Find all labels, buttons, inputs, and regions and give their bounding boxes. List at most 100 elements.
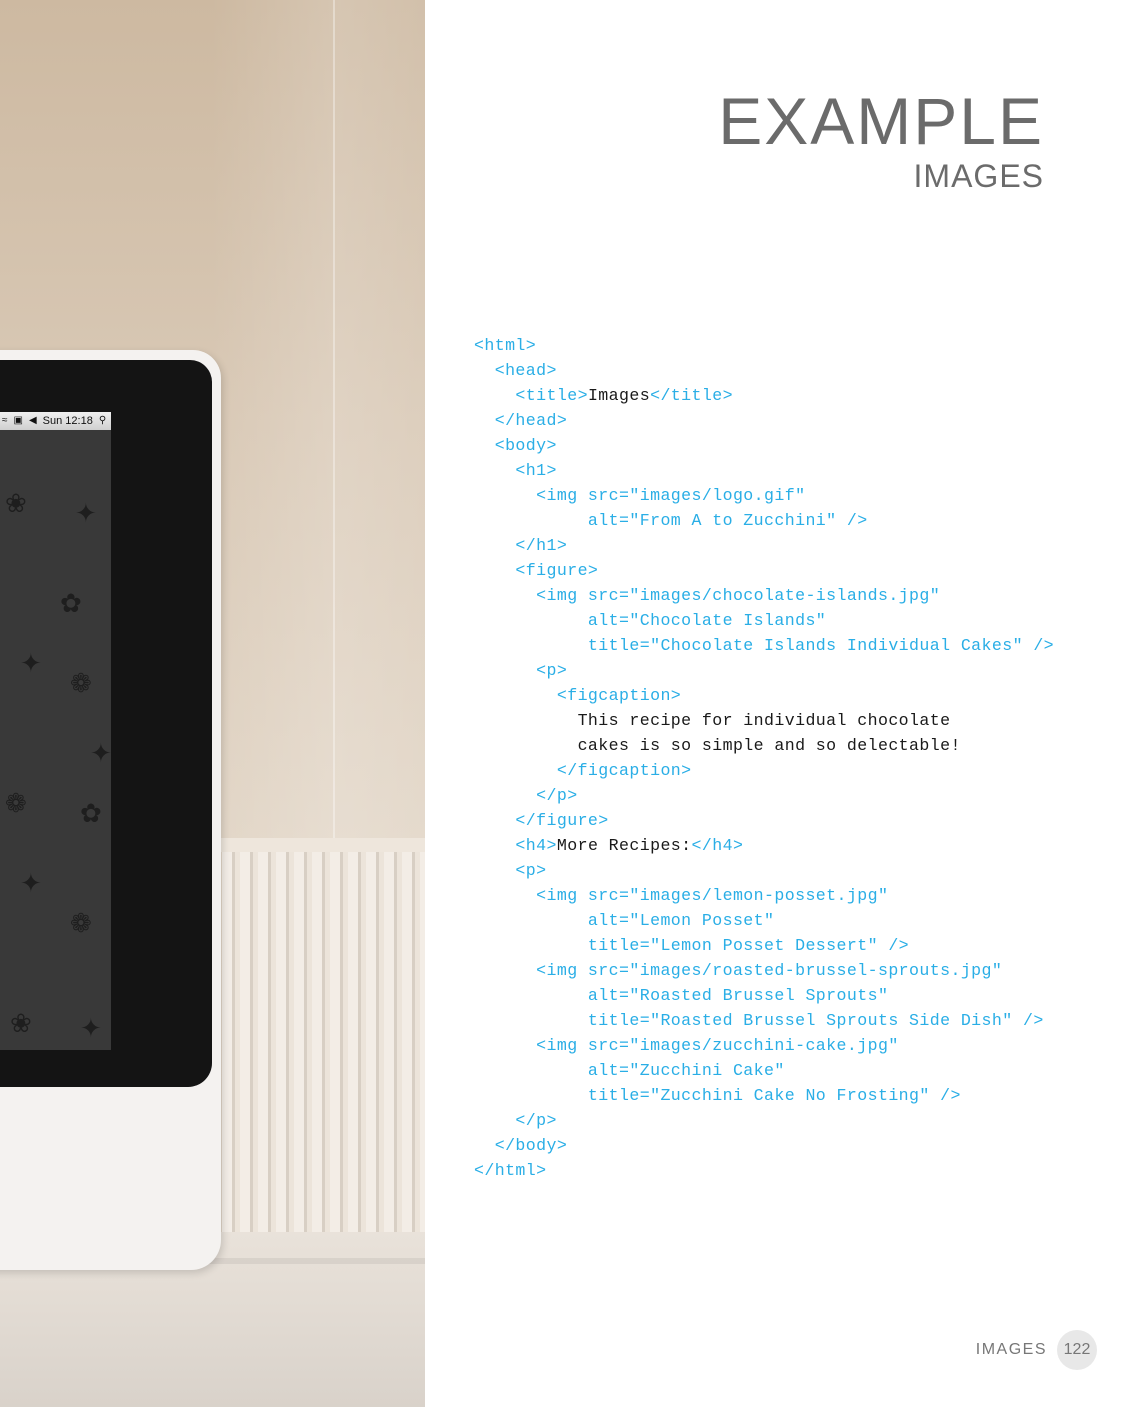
monitor-photo: ≈ ▣ ◀ Sun 12:18 ⚲ ❀ ✿ ✦ ✦ ❁ ✦ ❁ ✿ ✦ ❁ ❀ …: [0, 0, 425, 1407]
monitor-bezel: ≈ ▣ ◀ Sun 12:18 ⚲ ❀ ✿ ✦ ✦ ❁ ✦ ❁ ✿ ✦ ❁ ❀ …: [0, 360, 212, 1087]
code-markup: <p>: [474, 861, 547, 880]
code-markup: <img src="images/lemon-posset.jpg": [474, 886, 889, 905]
code-markup: </p>: [474, 1111, 557, 1130]
code-line: </html>: [474, 1158, 1054, 1183]
code-line: <img src="images/lemon-posset.jpg": [474, 883, 1054, 908]
monitor-screen: ≈ ▣ ◀ Sun 12:18 ⚲ ❀ ✿ ✦ ✦ ❁ ✦ ❁ ✿ ✦ ❁ ❀ …: [0, 412, 111, 1050]
bird-motif-icon: ✦: [20, 868, 42, 898]
code-content: Images: [587, 386, 651, 405]
code-markup: <h1>: [474, 461, 557, 480]
flower-motif-icon: ❀: [10, 1008, 32, 1038]
code-markup: alt="Roasted Brussel Sprouts": [474, 986, 889, 1005]
code-line: title="Zucchini Cake No Frosting" />: [474, 1083, 1054, 1108]
code-markup: <body>: [474, 436, 557, 455]
tree-motif-icon: ✿: [80, 798, 102, 828]
code-markup: <p>: [474, 661, 568, 680]
code-markup: <img src="images/chocolate-islands.jpg": [474, 586, 941, 605]
code-markup: title="Chocolate Islands Individual Cake…: [474, 636, 1055, 655]
code-markup: <img src="images/roasted-brussel-sprouts…: [474, 961, 1003, 980]
code-markup: <img src="images/logo.gif": [474, 486, 806, 505]
code-markup: <html>: [474, 336, 537, 355]
code-line: alt="Chocolate Islands": [474, 608, 1054, 633]
flower-motif-icon: ❀: [5, 488, 27, 518]
code-line: title="Chocolate Islands Individual Cake…: [474, 633, 1054, 658]
code-markup: alt="Zucchini Cake": [474, 1061, 785, 1080]
code-listing: <html> <head> <title>Images</title> </he…: [474, 333, 1054, 1183]
bird-motif-icon: ✦: [20, 648, 42, 678]
code-markup: title="Lemon Posset Dessert" />: [474, 936, 910, 955]
code-line: </p>: [474, 783, 1054, 808]
code-markup: <head>: [474, 361, 557, 380]
code-line: title="Roasted Brussel Sprouts Side Dish…: [474, 1008, 1054, 1033]
code-markup: <title>: [474, 386, 588, 405]
code-line: <h4>More Recipes:</h4>: [474, 833, 1054, 858]
code-line: title="Lemon Posset Dessert" />: [474, 933, 1054, 958]
code-line: </body>: [474, 1133, 1054, 1158]
deer-motif-icon: ❁: [70, 668, 92, 698]
deer-motif-icon: ❁: [5, 788, 27, 818]
wifi-icon: ≈: [2, 415, 8, 426]
camel-motif-icon: ❁: [70, 908, 92, 938]
code-line: <figcaption>: [474, 683, 1054, 708]
code-markup: <h4>: [474, 836, 557, 855]
code-markup: title="Roasted Brussel Sprouts Side Dish…: [474, 1011, 1044, 1030]
mac-menubar: ≈ ▣ ◀ Sun 12:18 ⚲: [0, 412, 111, 430]
page-number: 122: [1057, 1330, 1097, 1370]
code-markup: </body>: [474, 1136, 568, 1155]
code-line: <title>Images</title>: [474, 383, 1054, 408]
code-markup: </html>: [474, 1161, 547, 1180]
bird-motif-icon: ✦: [80, 1013, 102, 1043]
bird-motif-icon: ✦: [90, 738, 111, 768]
code-markup: title="Zucchini Cake No Frosting" />: [474, 1086, 961, 1105]
code-line: <p>: [474, 858, 1054, 883]
code-line: </h1>: [474, 533, 1054, 558]
page-title: EXAMPLE: [718, 84, 1044, 158]
code-markup: </p>: [474, 786, 578, 805]
code-line: </figure>: [474, 808, 1054, 833]
code-markup: alt="Lemon Posset": [474, 911, 775, 930]
code-line: <img src="images/chocolate-islands.jpg": [474, 583, 1054, 608]
footer-section-label: IMAGES: [975, 1341, 1047, 1358]
railing: [222, 852, 425, 1232]
code-markup: </figure>: [474, 811, 609, 830]
code-markup: alt="From A to Zucchini" />: [474, 511, 868, 530]
code-line: alt="Roasted Brussel Sprouts": [474, 983, 1054, 1008]
code-line: <html>: [474, 333, 1054, 358]
code-line: alt="Zucchini Cake": [474, 1058, 1054, 1083]
toile-wallpaper: ❀ ✿ ✦ ✦ ❁ ✦ ❁ ✿ ✦ ❁ ❀ ✦: [0, 430, 111, 1050]
code-line: </figcaption>: [474, 758, 1054, 783]
code-line: </p>: [474, 1108, 1054, 1133]
menubar-clock: Sun 12:18: [42, 415, 93, 427]
code-markup: </title>: [650, 386, 733, 405]
code-markup: </figcaption>: [474, 761, 692, 780]
code-markup: <figure>: [474, 561, 599, 580]
tree-motif-icon: ✿: [60, 588, 82, 618]
code-markup: </head>: [474, 411, 568, 430]
code-line: alt="From A to Zucchini" />: [474, 508, 1054, 533]
code-markup: <figcaption>: [474, 686, 682, 705]
code-line: <body>: [474, 433, 1054, 458]
page-heading: EXAMPLE IMAGES: [718, 84, 1044, 194]
code-line: <img src="images/zucchini-cake.jpg": [474, 1033, 1054, 1058]
page-subtitle: IMAGES: [913, 158, 1044, 194]
search-icon: ⚲: [98, 415, 107, 426]
code-markup: </h4>: [691, 836, 744, 855]
page-footer: IMAGES 122: [976, 1330, 1097, 1370]
code-line: <h1>: [474, 458, 1054, 483]
code-content: More Recipes:: [556, 836, 692, 855]
code-content: This recipe for individual chocolate: [474, 711, 951, 730]
code-line: <head>: [474, 358, 1054, 383]
code-content: cakes is so simple and so delectable!: [474, 736, 961, 755]
keyboard-icon: ▣: [13, 415, 23, 426]
code-markup: </h1>: [474, 536, 568, 555]
code-line: This recipe for individual chocolate: [474, 708, 1054, 733]
code-markup: alt="Chocolate Islands": [474, 611, 827, 630]
code-line: </head>: [474, 408, 1054, 433]
code-line: <img src="images/logo.gif": [474, 483, 1054, 508]
railing-top: [210, 838, 425, 852]
code-line: <img src="images/roasted-brussel-sprouts…: [474, 958, 1054, 983]
code-line: alt="Lemon Posset": [474, 908, 1054, 933]
monitor: ≈ ▣ ◀ Sun 12:18 ⚲ ❀ ✿ ✦ ✦ ❁ ✦ ❁ ✿ ✦ ❁ ❀ …: [0, 350, 221, 1270]
code-line: <p>: [474, 658, 1054, 683]
code-line: cakes is so simple and so delectable!: [474, 733, 1054, 758]
